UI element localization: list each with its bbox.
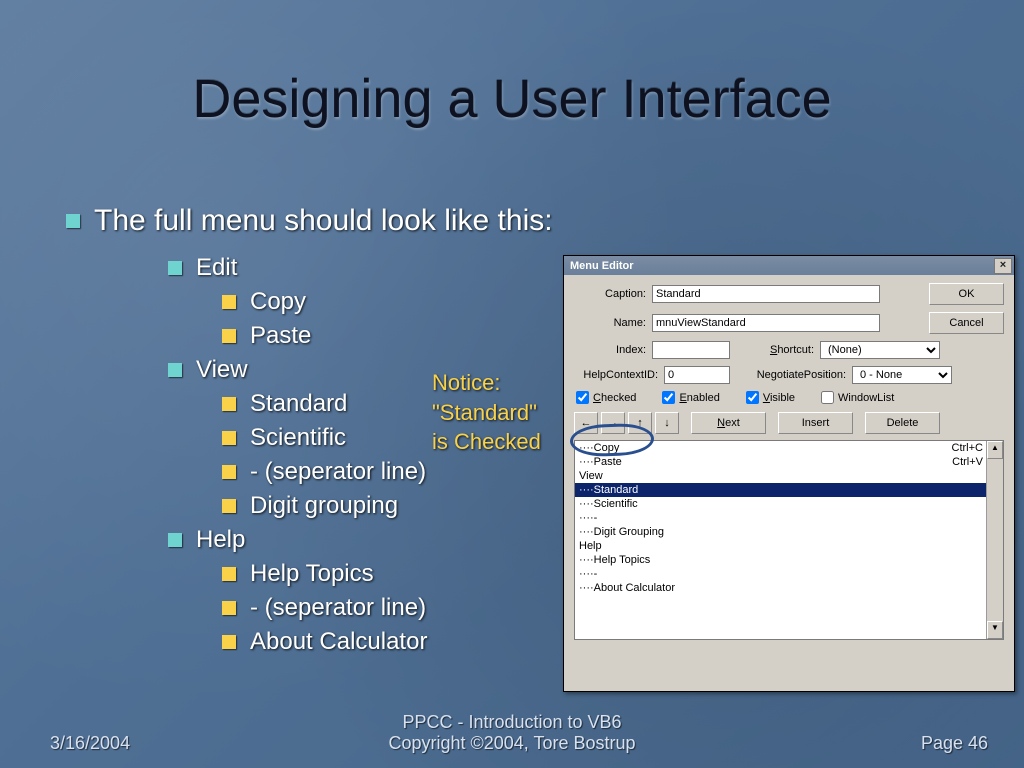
cancel-button[interactable]: Cancel [929,312,1004,334]
bullet-about: About Calculator [222,628,553,656]
visible-checkbox[interactable]: Visible [746,391,795,404]
delete-button[interactable]: Delete [865,412,940,434]
bullet-icon [222,635,236,649]
bullet-icon [222,295,236,309]
scroll-up-icon[interactable]: ▲ [987,441,1003,459]
index-label: Index: [574,344,646,356]
helpctx-input[interactable] [664,366,730,384]
bullet-icon [222,465,236,479]
footer-line1: PPCC - Introduction to VB6 [0,712,1024,733]
bullet-digit: Digit grouping [222,492,553,520]
bullet-text: View [196,356,248,384]
footer-page: Page 46 [921,733,988,754]
bullet-text: - (seperator line) [250,458,426,486]
bullet-text: The full menu should look like this: [94,204,553,238]
notice-annotation: Notice: "Standard" is Checked [432,368,541,457]
bullet-icon [168,261,182,275]
bullet-sep1: - (seperator line) [222,458,553,486]
bullet-icon [222,601,236,615]
helpctx-label: HelpContextID: [574,369,658,381]
caption-input[interactable] [652,285,880,303]
list-item[interactable]: ····- [575,511,987,525]
window-titlebar[interactable]: Menu Editor × [564,256,1014,275]
enabled-checkbox[interactable]: Enabled [662,391,719,404]
notice-line: Notice: [432,368,541,398]
insert-button[interactable]: Insert [778,412,853,434]
menu-editor-window: Menu Editor × Caption: OK Name: Cancel I… [563,255,1015,692]
bullet-copy: Copy [222,288,553,316]
arrow-buttons: ← → ↑ ↓ [574,412,679,434]
bullet-text: Help [196,526,245,554]
bullet-icon [222,567,236,581]
arrow-down-button[interactable]: ↓ [655,412,679,434]
bullet-icon [222,499,236,513]
bullet-intro: The full menu should look like this: [66,204,553,238]
bullet-text: Help Topics [250,560,374,588]
scrollbar[interactable]: ▲ ▼ [986,441,1003,639]
enabled-box[interactable] [662,391,675,404]
footer-date: 3/16/2004 [50,733,130,754]
bullet-text: Copy [250,288,306,316]
bullet-text: Digit grouping [250,492,398,520]
checked-box[interactable] [576,391,589,404]
bullet-icon [222,431,236,445]
list-item[interactable]: ····CopyCtrl+C [575,441,987,455]
negpos-label: NegotiatePosition: [736,369,846,381]
window-title: Menu Editor [570,260,634,272]
bullet-text: - (seperator line) [250,594,426,622]
ok-button[interactable]: OK [929,283,1004,305]
checked-checkbox[interactable]: CCheckedhecked [576,391,636,404]
bullet-help: Help [168,526,553,554]
bullet-icon [222,397,236,411]
list-item[interactable]: ····Scientific [575,497,987,511]
next-button[interactable]: Next [691,412,766,434]
menu-list[interactable]: ····CopyCtrl+C····PasteCtrl+VView····Sta… [574,440,1004,640]
notice-line: is Checked [432,427,541,457]
name-label: Name: [574,317,646,329]
bullet-icon [168,533,182,547]
index-input[interactable] [652,341,730,359]
footer-line2: Copyright ©2004, Tore Bostrup [0,733,1024,754]
bullet-text: Standard [250,390,347,418]
bullet-icon [222,329,236,343]
list-item[interactable]: ····PasteCtrl+V [575,455,987,469]
list-item[interactable]: ····About Calculator [575,581,987,595]
list-item[interactable]: ····Digit Grouping [575,525,987,539]
slide-footer: 3/16/2004 PPCC - Introduction to VB6 Cop… [0,712,1024,754]
list-item[interactable]: ····Help Topics [575,553,987,567]
list-item[interactable]: ····Standard [575,483,987,497]
arrow-right-button[interactable]: → [601,412,625,434]
bullet-text: Edit [196,254,237,282]
arrow-left-button[interactable]: ← [574,412,598,434]
shortcut-select[interactable]: (None) [820,341,940,359]
bullet-sep2: - (seperator line) [222,594,553,622]
scroll-down-icon[interactable]: ▼ [987,621,1003,639]
caption-label: Caption: [574,288,646,300]
close-icon[interactable]: × [994,258,1012,274]
bullet-text: About Calculator [250,628,427,656]
shortcut-label: Shortcut: [736,344,814,356]
name-input[interactable] [652,314,880,332]
notice-line: "Standard" [432,398,541,428]
list-item[interactable]: Help [575,539,987,553]
bullet-icon [66,214,80,228]
bullet-helptopics: Help Topics [222,560,553,588]
bullet-edit: Edit [168,254,553,282]
list-item[interactable]: ····- [575,567,987,581]
windowlist-box[interactable] [821,391,834,404]
negpos-select[interactable]: 0 - None [852,366,952,384]
arrow-up-button[interactable]: ↑ [628,412,652,434]
windowlist-checkbox[interactable]: WindowList [821,391,894,404]
slide-title: Designing a User Interface [0,68,1024,130]
list-item[interactable]: View [575,469,987,483]
bullet-paste: Paste [222,322,553,350]
bullet-text: Paste [250,322,311,350]
bullet-icon [168,363,182,377]
visible-box[interactable] [746,391,759,404]
bullet-text: Scientific [250,424,346,452]
